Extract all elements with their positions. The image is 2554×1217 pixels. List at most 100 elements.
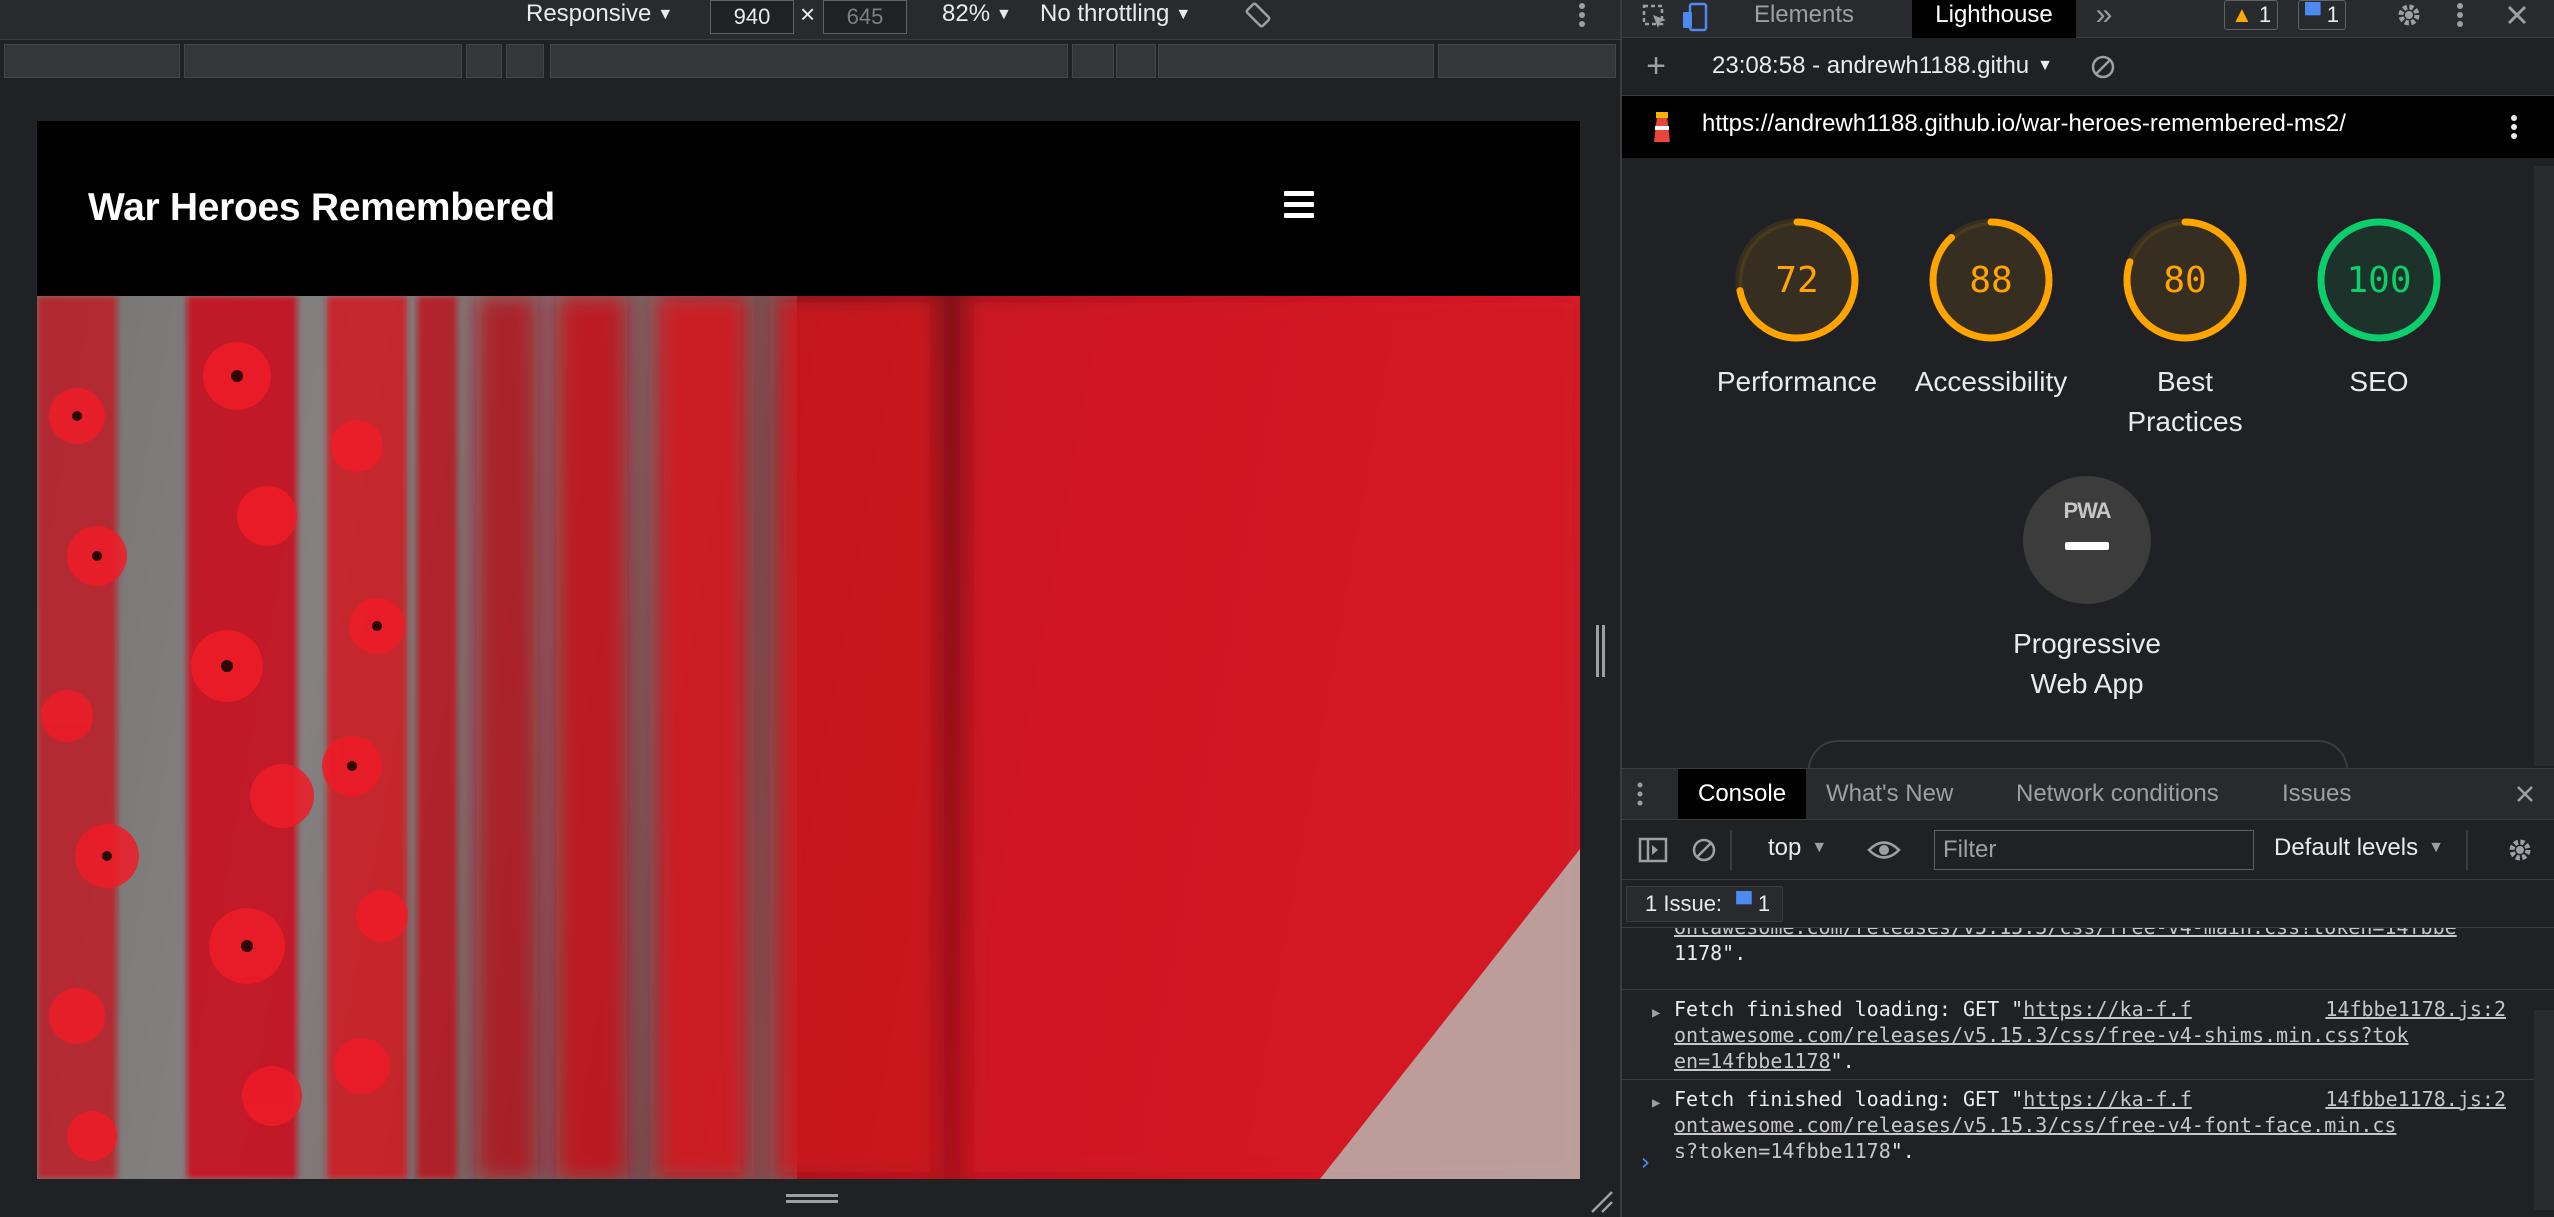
media-query-segment[interactable] (1438, 44, 1616, 78)
console-prompt[interactable]: › (1638, 1148, 1652, 1176)
pwa-dash-icon (2065, 542, 2109, 550)
drawer-menu-icon[interactable] (1632, 777, 1648, 811)
close-devtools-icon[interactable] (2500, 0, 2534, 30)
report-select[interactable]: 23:08:58 - andrewh1188.githu ▼ (1712, 52, 2053, 80)
message-link[interactable]: https://ka-f.f (2023, 997, 2192, 1021)
add-report-icon[interactable]: + (1640, 47, 1672, 85)
gauge-score: 80 (2163, 260, 2206, 301)
issues-label: 1 Issue: (1645, 891, 1723, 916)
drawer-tab-whats-new[interactable]: What's New (1826, 769, 1953, 819)
more-options-icon[interactable] (1570, 0, 1594, 30)
message-link[interactable]: en=14fbbe1178 (1674, 1049, 1831, 1073)
issues-button[interactable]: 1 Issue: ▀ 1 (1626, 886, 1784, 922)
live-expression-eye-icon[interactable] (1866, 834, 1902, 866)
site-title[interactable]: War Heroes Remembered (88, 186, 555, 230)
settings-gear-icon[interactable] (2392, 0, 2426, 30)
lighthouse-scrollbar[interactable] (2534, 166, 2554, 766)
message-source[interactable]: 14fbbe1178.js:2 (2325, 1086, 2506, 1112)
gauge-ring: 88 (1929, 218, 2053, 342)
clear-reports-icon[interactable] (2088, 52, 2118, 82)
resize-handle-right[interactable] (1596, 625, 1606, 677)
message-link[interactable]: ontawesome.com/releases/v5.15.3/css/free… (1674, 1113, 2396, 1137)
console-message[interactable]: ontawesome.com/releases/v5.15.3/css/free… (1622, 928, 2554, 990)
media-query-segment[interactable] (4, 44, 180, 78)
hamburger-menu-icon[interactable] (1284, 191, 1314, 219)
media-query-segment[interactable] (506, 44, 544, 78)
expand-triangle-icon[interactable]: ▶ (1652, 1000, 1660, 1026)
media-query-segment[interactable] (550, 44, 1068, 78)
throttling-select[interactable]: No throttling ▼ (1040, 0, 1191, 40)
lighthouse-url-bar: https://andrewh1188.github.io/war-heroes… (1622, 96, 2554, 158)
emulated-viewport: War Heroes Remembered (37, 121, 1580, 1179)
drawer-tab-network-conditions[interactable]: Network conditions (2016, 769, 2219, 819)
media-query-segment[interactable] (1158, 44, 1434, 78)
media-query-segment[interactable] (1072, 44, 1114, 78)
throttling-label: No throttling (1040, 0, 1170, 27)
pwa-category[interactable]: PWA Progressive Web App (1987, 476, 2187, 704)
score-gauge-best-practices[interactable]: 80 Best Practices (2090, 214, 2280, 442)
warnings-badge[interactable]: ▲ 1 (2224, 0, 2279, 30)
media-query-bar[interactable] (0, 44, 1620, 78)
message-link[interactable]: https://ka-f.f (2023, 1087, 2192, 1111)
media-query-segment[interactable] (466, 44, 502, 78)
chevron-down-icon: ▼ (2428, 839, 2444, 856)
score-gauge-seo[interactable]: 100 SEO (2284, 214, 2474, 402)
chevron-down-icon: ▼ (996, 6, 1012, 23)
rotate-icon[interactable] (1240, 0, 1276, 30)
inspect-element-icon[interactable] (1638, 2, 1672, 32)
context-select[interactable]: top ▼ (1768, 834, 1827, 862)
message-prefix: Fetch finished loading: GET " (1674, 997, 2024, 1021)
console-message[interactable]: ▶ Fetch finished loading: GET "https://k… (1622, 990, 2554, 1080)
console-filter-input[interactable] (1934, 830, 2254, 870)
gauge-ring: 80 (2123, 218, 2247, 342)
message-source[interactable]: 14fbbe1178.js:2 (2325, 996, 2506, 1022)
wall-edge (1320, 849, 1580, 1179)
resize-handle-bottom[interactable] (786, 1194, 838, 1208)
drawer-tab-console[interactable]: Console (1678, 769, 1807, 819)
customize-devtools-icon[interactable] (2448, 0, 2472, 30)
message-link[interactable]: s?token=14fbbe1178 (1674, 1139, 1891, 1158)
chevron-down-icon: ▼ (1175, 6, 1192, 23)
message-prefix: Fetch finished loading: GET " (1674, 1087, 2024, 1111)
more-tabs-icon[interactable]: » (2086, 0, 2122, 38)
console-settings-gear-icon[interactable] (2504, 834, 2536, 866)
pwa-label-line1: Progressive (2013, 628, 2161, 659)
clear-console-icon[interactable] (1688, 834, 1720, 866)
message-link[interactable]: ontawesome.com/releases/v5.15.3/css/free… (1674, 1023, 2409, 1047)
device-toolbar-icon[interactable] (1678, 2, 1712, 32)
gauge-label: Best Practices (2127, 366, 2243, 437)
tab-elements[interactable]: Elements (1736, 0, 1872, 38)
lighthouse-url[interactable]: https://andrewh1188.github.io/war-heroes… (1702, 110, 2346, 138)
warning-count: 1 (2258, 2, 2272, 27)
width-input[interactable]: 940 (710, 0, 794, 34)
drawer-tab-issues[interactable]: Issues (2282, 769, 2351, 819)
console-scrollbar[interactable] (2534, 1010, 2554, 1210)
gauge-label: Performance (1716, 366, 1878, 397)
media-query-segment[interactable] (1116, 44, 1156, 78)
resize-corner-icon[interactable] (1588, 1188, 1614, 1214)
lighthouse-toolbar: + 23:08:58 - andrewh1188.githu ▼ (1622, 38, 2554, 96)
report-menu-icon[interactable] (2502, 110, 2526, 144)
message-line: ". (1830, 1049, 1855, 1073)
messages-badge[interactable]: ▀ 1 (2298, 0, 2346, 30)
media-query-segment[interactable] (184, 44, 462, 78)
message-count: 1 (2326, 2, 2339, 27)
pwa-badge-icon: PWA (2023, 476, 2151, 604)
sidebar-toggle-icon[interactable] (1636, 834, 1670, 866)
expand-triangle-icon[interactable]: ▶ (1652, 1090, 1660, 1116)
devtools-panel: Elements Lighthouse » ▲ 1 ▀ 1 + 23:08:58… (1620, 0, 2554, 1217)
score-gauge-accessibility[interactable]: 88 Accessibility (1896, 214, 2086, 402)
device-select[interactable]: Responsive ▼ (526, 0, 673, 40)
close-drawer-icon[interactable] (2510, 779, 2540, 809)
times-sign: × (800, 0, 816, 29)
zoom-select[interactable]: 82% ▼ (942, 0, 1012, 40)
console-toolbar: top ▼ Default levels ▼ (1622, 820, 2554, 880)
console-message[interactable]: ▶ Fetch finished loading: GET "https://k… (1622, 1080, 2554, 1158)
metrics-card-edge (1808, 740, 2348, 768)
log-levels-select[interactable]: Default levels ▼ (2274, 834, 2444, 862)
device-toolbar: Responsive ▼ 940 × 645 82% ▼ No throttling… (0, 0, 1620, 40)
tab-lighthouse[interactable]: Lighthouse (1912, 0, 2076, 38)
gauge-score: 72 (1775, 260, 1818, 301)
height-input[interactable]: 645 (823, 0, 907, 34)
score-gauge-performance[interactable]: 72 Performance (1702, 214, 1892, 402)
